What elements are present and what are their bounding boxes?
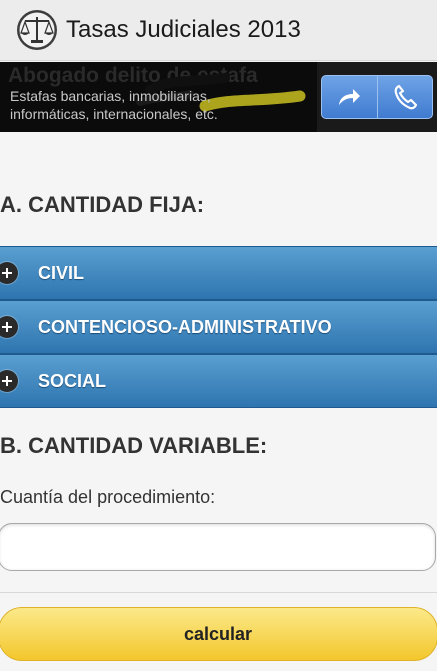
accordion-label: CONTENCIOSO-ADMINISTRATIVO	[38, 316, 332, 337]
ad-banner[interactable]: Abogado delito de estafa Estafas bancari…	[0, 62, 437, 132]
ad-body-line-1: Estafas bancarias, inmobiliarias,	[10, 88, 211, 104]
accordion-contencioso-administrativo[interactable]: CONTENCIOSO-ADMINISTRATIVO	[0, 300, 437, 354]
section-a-title: A. CANTIDAD FIJA:	[0, 192, 205, 217]
plus-icon	[0, 370, 18, 392]
calcular-button[interactable]: calcular	[0, 607, 437, 661]
accordion-label: CIVIL	[38, 262, 85, 283]
call-button[interactable]	[376, 76, 433, 118]
app-title: Tasas Judiciales 2013	[66, 16, 301, 43]
accordion-label: SOCIAL	[38, 370, 107, 391]
accordion-civil[interactable]: CIVIL	[0, 246, 437, 300]
ad-content[interactable]: Abogado delito de estafa Estafas bancari…	[0, 62, 317, 132]
ad-body: Estafas bancarias, inmobiliarias, inform…	[10, 87, 218, 123]
plus-icon	[0, 262, 18, 284]
plus-icon	[0, 316, 18, 338]
ad-button-group	[321, 75, 433, 119]
divider	[0, 592, 437, 593]
action-bar: Tasas Judiciales 2013	[0, 0, 437, 61]
accordion-social[interactable]: SOCIAL	[0, 354, 437, 408]
section-b-title: B. CANTIDAD VARIABLE:	[0, 433, 268, 458]
ad-body-line-2: informáticas, internacionales, etc.	[10, 106, 218, 122]
share-button[interactable]	[322, 76, 377, 118]
ad-button-area	[317, 62, 437, 132]
share-arrow-icon	[339, 89, 361, 105]
cuantia-input[interactable]	[0, 523, 436, 571]
phone-icon	[394, 84, 417, 110]
cuantia-label: Cuantía del procedimiento:	[0, 487, 216, 507]
scales-of-justice-icon[interactable]	[16, 9, 58, 51]
